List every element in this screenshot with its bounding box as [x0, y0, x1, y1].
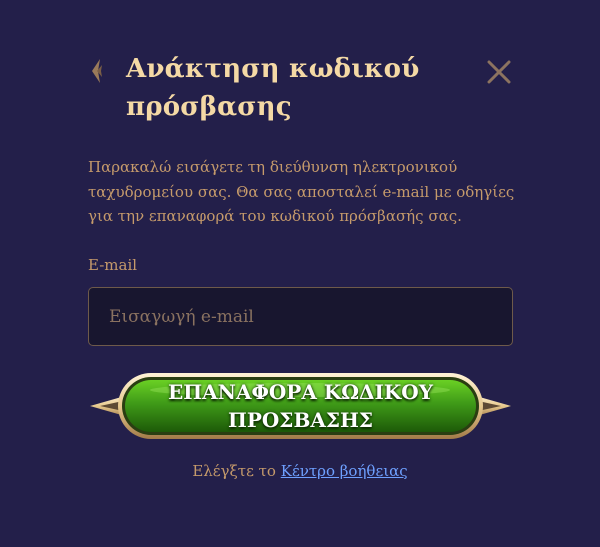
chevron-left-icon	[92, 59, 102, 83]
help-prefix: Ελέγξτε το	[192, 462, 276, 480]
close-button[interactable]	[485, 58, 513, 86]
reset-password-button[interactable]: ΕΠΑΝΑΦΟΡΑ ΚΩΔΙΚΟΥ ΠΡΟΣΒΑΣΗΣ	[88, 370, 513, 442]
password-recovery-modal: Ανάκτηση κωδικού πρόσβασης Παρακαλώ εισά…	[0, 0, 600, 547]
page-title: Ανάκτηση κωδικού πρόσβασης	[126, 54, 420, 122]
close-icon	[487, 60, 511, 84]
back-button[interactable]	[88, 56, 108, 86]
help-center-line: Ελέγξτε το Κέντρο βοήθειας	[0, 462, 600, 480]
instructions-text: Παρακαλώ εισάγετε τη διεύθυνση ηλεκτρονι…	[88, 158, 515, 225]
reset-button-label: ΕΠΑΝΑΦΟΡΑ ΚΩΔΙΚΟΥ ΠΡΟΣΒΑΣΗΣ	[168, 380, 433, 432]
help-center-link[interactable]: Κέντρο βοήθειας	[281, 462, 408, 480]
email-input[interactable]	[88, 287, 513, 346]
email-label: E-mail	[88, 256, 138, 274]
